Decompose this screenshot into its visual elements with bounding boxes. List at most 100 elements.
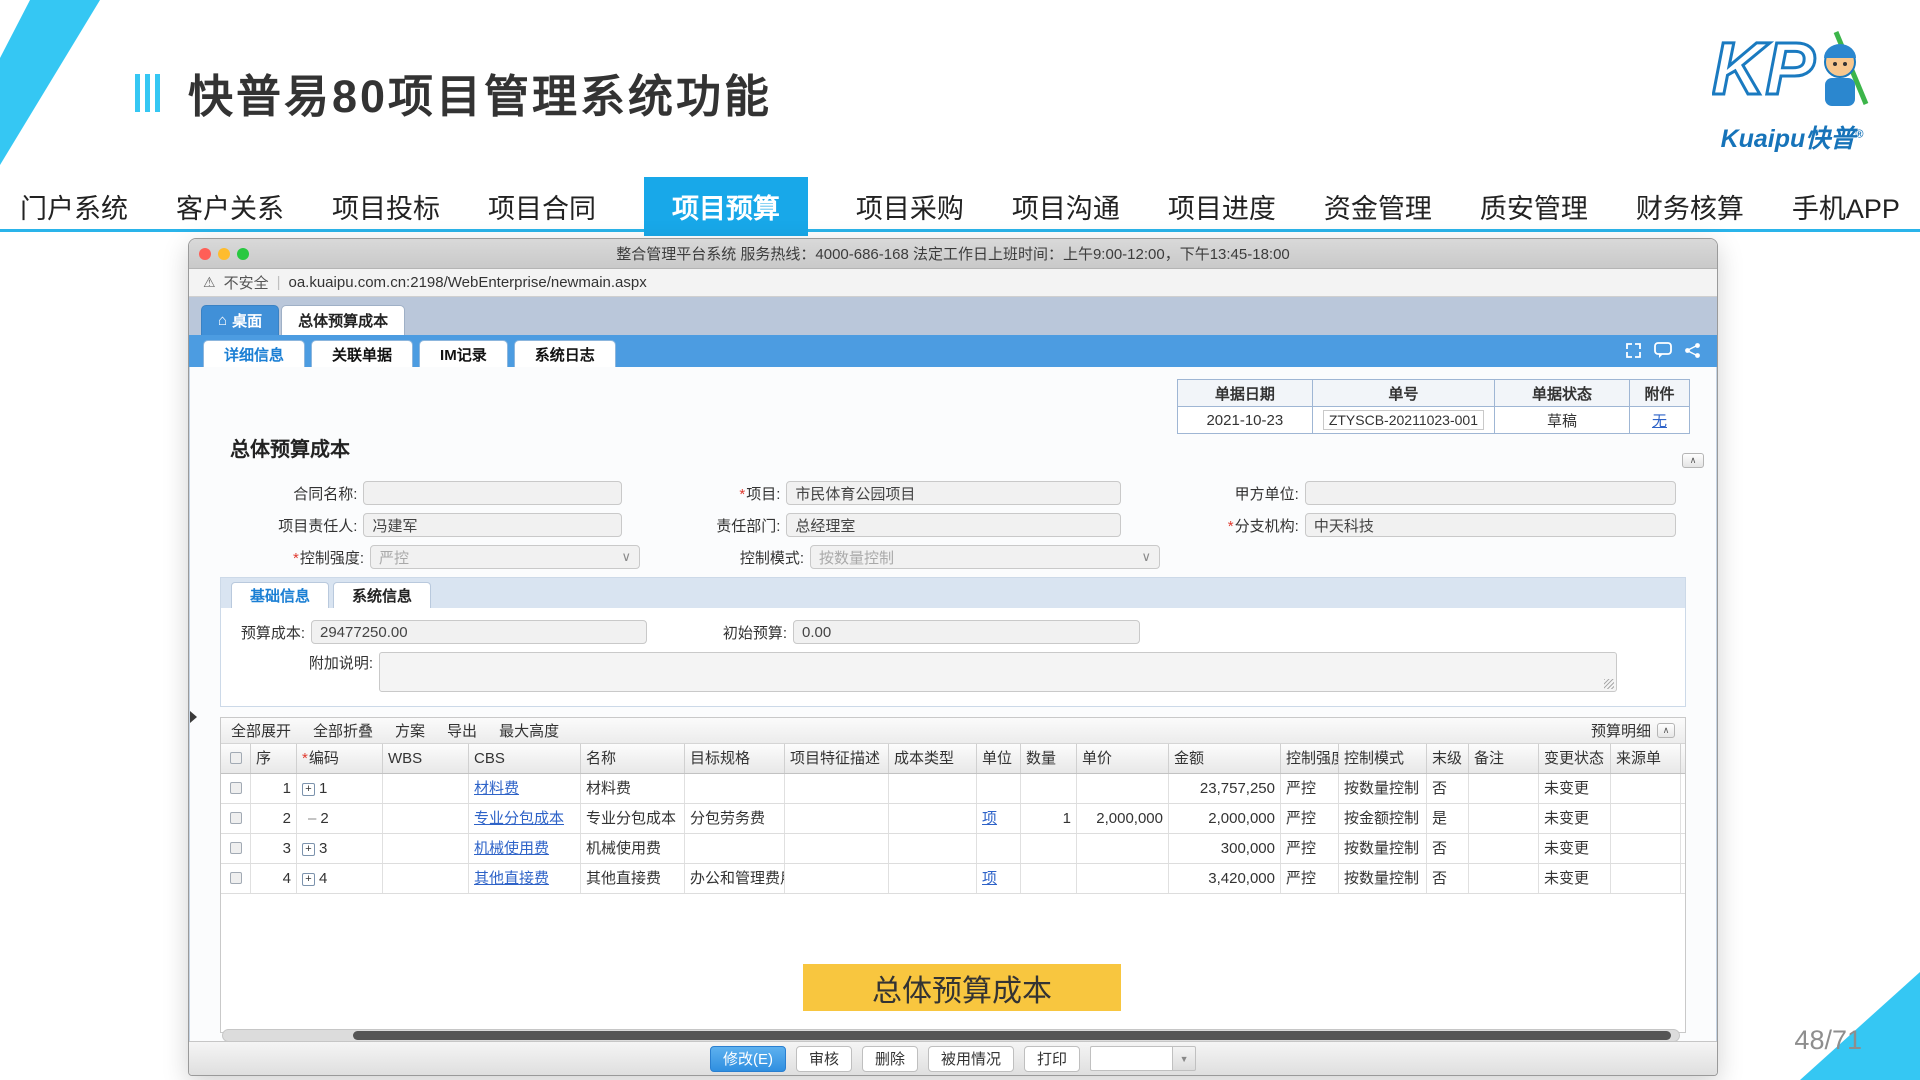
footer-toolbar: 修改(E) 审核删除被用情况打印 ▼	[189, 1041, 1717, 1075]
row-checkbox[interactable]	[230, 812, 242, 824]
panel-collapse-arrow-icon[interactable]	[190, 711, 197, 723]
column-header-名称: 名称	[581, 744, 685, 773]
select-控制强度:[interactable]: 严控∨	[370, 545, 640, 569]
dropdown-value[interactable]	[1090, 1046, 1172, 1071]
message-icon[interactable]	[1654, 342, 1672, 359]
table-row[interactable]: 3+3机械使用费机械使用费300,000严控按数量控制否未变更	[221, 834, 1685, 864]
nav-item-项目沟通[interactable]: 项目沟通	[1012, 187, 1120, 226]
window-tab-总体预算成本[interactable]: 总体预算成本	[281, 305, 405, 335]
cbs-link[interactable]: 材料费	[474, 780, 519, 797]
window-tab-label: 桌面	[232, 310, 262, 331]
detail-tab-关联单据[interactable]: 关联单据	[311, 340, 413, 367]
budget-detail-label: 预算明细	[1591, 720, 1651, 741]
input-责任部门:[interactable]: 总经理室	[786, 513, 1121, 537]
column-header-备注: 备注	[1469, 744, 1539, 773]
resize-grip-icon[interactable]	[1604, 679, 1614, 689]
detail-tab-icons	[1625, 342, 1701, 359]
table-row[interactable]: 4+4其他直接费其他直接费办公和管理费用项3,420,000严控按数量控制否未变…	[221, 864, 1685, 894]
nav-item-项目采购[interactable]: 项目采购	[856, 187, 964, 226]
nav-item-项目投标[interactable]: 项目投标	[332, 187, 440, 226]
nav-item-手机APP[interactable]: 手机APP	[1792, 187, 1900, 226]
detail-tab-IM记录[interactable]: IM记录	[419, 340, 508, 367]
footer-button-修改(E)[interactable]: 修改(E)	[710, 1046, 786, 1072]
horizontal-scrollbar[interactable]	[222, 1029, 1680, 1041]
detail-tab-详细信息[interactable]: 详细信息	[203, 340, 305, 367]
share-icon[interactable]	[1684, 342, 1701, 359]
footer-button-打印[interactable]: 打印	[1024, 1046, 1080, 1072]
url-text[interactable]: oa.kuaipu.com.cn:2198/WebEnterprise/newm…	[288, 274, 646, 291]
toolbar-item-全部展开[interactable]: 全部展开	[231, 720, 291, 741]
table-row[interactable]: 1+1材料费材料费23,757,250严控按数量控制否未变更	[221, 774, 1685, 804]
collapse-header-button[interactable]: ∧	[1682, 453, 1704, 468]
cell-seq: 3	[251, 834, 297, 863]
note-textarea[interactable]	[379, 652, 1617, 692]
basic-tab-系统信息[interactable]: 系统信息	[333, 582, 431, 608]
cell-price	[1077, 774, 1169, 803]
footer-button-删除[interactable]: 删除	[862, 1046, 918, 1072]
column-header-成本类型: 成本类型	[889, 744, 977, 773]
cbs-link[interactable]: 专业分包成本	[474, 810, 564, 827]
cell-cbs: 专业分包成本	[469, 804, 581, 833]
nav-item-财务核算[interactable]: 财务核算	[1636, 187, 1744, 226]
nav-item-质安管理[interactable]: 质安管理	[1480, 187, 1588, 226]
row-checkbox[interactable]	[230, 872, 242, 884]
row-checkbox[interactable]	[230, 782, 242, 794]
nav-item-项目进度[interactable]: 项目进度	[1168, 187, 1276, 226]
nav-item-项目预算[interactable]: 项目预算	[644, 177, 808, 236]
collapse-grid-button[interactable]: ∧	[1657, 723, 1675, 738]
row-checkbox[interactable]	[230, 842, 242, 854]
required-star: *	[302, 750, 308, 767]
document-header-table: 单据日期单号单据状态附件2021-10-23ZTYSCB-20211023-00…	[1177, 379, 1690, 434]
cell-amount: 23,757,250	[1169, 774, 1281, 803]
basic-field-input-预算成本:[interactable]: 29477250.00	[311, 620, 647, 644]
cell-seq: 4	[251, 864, 297, 893]
toolbar-item-导出[interactable]: 导出	[447, 720, 477, 741]
close-window-icon[interactable]	[199, 248, 211, 260]
nav-item-项目合同[interactable]: 项目合同	[488, 187, 596, 226]
table-row[interactable]: 2–2专业分包成本专业分包成本分包劳务费项12,000,0002,000,000…	[221, 804, 1685, 834]
column-header-项目特征描述: 项目特征描述	[785, 744, 889, 773]
nav-item-资金管理[interactable]: 资金管理	[1324, 187, 1432, 226]
select-all-checkbox[interactable]	[230, 752, 242, 764]
input-项目责任人:[interactable]: 冯建军	[363, 513, 622, 537]
cbs-link[interactable]: 其他直接费	[474, 870, 549, 887]
expand-icon[interactable]: +	[302, 843, 315, 856]
cell-change: 未变更	[1539, 804, 1611, 833]
print-template-dropdown[interactable]: ▼	[1090, 1046, 1196, 1071]
header-table-value-row: 2021-10-23ZTYSCB-20211023-001草稿无	[1177, 407, 1689, 434]
basic-tab-基础信息[interactable]: 基础信息	[231, 582, 329, 608]
unit-link[interactable]: 项	[982, 870, 997, 887]
cell-qty	[1021, 774, 1077, 803]
minimize-window-icon[interactable]	[218, 248, 230, 260]
footer-button-审核[interactable]: 审核	[796, 1046, 852, 1072]
browser-titlebar[interactable]: 整合管理平台系统 服务热线：4000-686-168 法定工作日上班时间：上午9…	[189, 239, 1717, 269]
dropdown-arrow-icon[interactable]: ▼	[1172, 1046, 1196, 1071]
input-分支机构:[interactable]: 中天科技	[1305, 513, 1676, 537]
cell-spec	[685, 834, 785, 863]
expand-icon[interactable]: +	[302, 783, 315, 796]
footer-button-被用情况[interactable]: 被用情况	[928, 1046, 1014, 1072]
zoom-window-icon[interactable]	[237, 248, 249, 260]
browser-urlbar[interactable]: ⚠ 不安全 | oa.kuaipu.com.cn:2198/WebEnterpr…	[189, 269, 1717, 297]
header-col-单据日期: 单据日期	[1177, 380, 1312, 407]
input-合同名称:[interactable]	[363, 481, 622, 505]
cbs-link[interactable]: 机械使用费	[474, 840, 549, 857]
expand-icon[interactable]	[1625, 342, 1642, 359]
toolbar-item-全部折叠[interactable]: 全部折叠	[313, 720, 373, 741]
nav-item-门户系统[interactable]: 门户系统	[20, 187, 128, 226]
cell-price	[1077, 864, 1169, 893]
scrollbar-thumb[interactable]	[353, 1031, 1671, 1040]
header-value-text[interactable]: 无	[1652, 413, 1667, 430]
expand-icon[interactable]: +	[302, 873, 315, 886]
basic-field-input-初始预算:[interactable]: 0.00	[793, 620, 1140, 644]
unit-link[interactable]: 项	[982, 810, 997, 827]
detail-tab-系统日志[interactable]: 系统日志	[514, 340, 616, 367]
toolbar-item-最大高度[interactable]: 最大高度	[499, 720, 559, 741]
select-控制模式:[interactable]: 按数量控制∨	[810, 545, 1160, 569]
cell-unit	[977, 834, 1021, 863]
toolbar-item-方案[interactable]: 方案	[395, 720, 425, 741]
input-甲方单位:[interactable]	[1305, 481, 1676, 505]
input-项目:[interactable]: 市民体育公园项目	[786, 481, 1121, 505]
nav-item-客户关系[interactable]: 客户关系	[176, 187, 284, 226]
window-tab-桌面[interactable]: ⌂桌面	[201, 305, 279, 335]
